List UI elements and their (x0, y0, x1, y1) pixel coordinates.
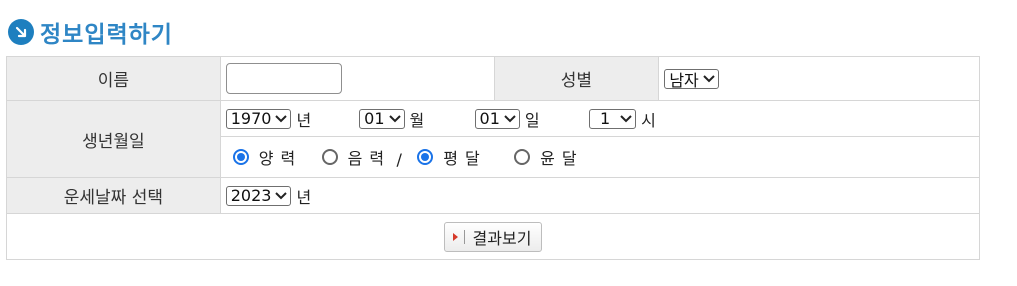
section-title: 정보입력하기 (8, 14, 173, 50)
chevron-down-icon (388, 114, 401, 122)
name-input[interactable] (225, 63, 342, 94)
fortune-year-select-value: 2023 (230, 186, 272, 205)
chevron-down-icon (703, 74, 715, 82)
radio-leap-month-label: 윤달 (540, 148, 584, 168)
hour-unit: 시 (641, 110, 656, 130)
year-unit: 년 (296, 110, 312, 130)
calendar-separator: / (396, 150, 402, 169)
radio-normal-month-indicator[interactable] (417, 148, 434, 165)
view-result-button[interactable]: 결과보기 (443, 221, 543, 252)
radio-leap-month-indicator[interactable] (514, 148, 531, 165)
gender-select-value: 남자 (669, 70, 699, 90)
fortune-year-unit: 년 (296, 187, 312, 207)
radio-lunar[interactable]: 음력 (321, 145, 392, 169)
radio-leap-month[interactable]: 윤달 (514, 145, 583, 169)
month-select-value: 01 (364, 109, 385, 128)
radio-normal-month[interactable]: 평달 (417, 145, 486, 169)
chevron-down-icon (504, 114, 516, 122)
fortune-year-select[interactable]: 2023 (225, 185, 292, 206)
radio-normal-month-label: 평달 (443, 148, 487, 168)
info-form: 이름 성별 남자 생년월일 1970 년 01 월 01 일 1 시 양력 음력… (6, 56, 981, 260)
radio-lunar-indicator[interactable] (321, 148, 338, 165)
submit-cell: 결과보기 (6, 213, 980, 260)
day-unit: 일 (524, 110, 540, 130)
radio-solar-label: 양력 (258, 148, 303, 168)
radio-lunar-label: 음력 (347, 148, 392, 168)
fortune-date-label: 운세날짜 선택 (6, 177, 221, 214)
month-unit: 월 (409, 110, 425, 130)
calendar-type-cell: 양력 음력 / 평달 윤달 (219, 136, 981, 178)
month-select[interactable]: 01 (359, 108, 405, 129)
chevron-down-icon (275, 114, 288, 122)
play-icon (452, 232, 458, 241)
view-result-label: 결과보기 (472, 228, 532, 248)
birth-label: 생년월일 (6, 100, 221, 178)
year-select[interactable]: 1970 (225, 108, 292, 129)
chevron-down-icon (275, 191, 288, 199)
chevron-down-icon (620, 114, 632, 122)
gender-label: 성별 (493, 56, 660, 101)
fortune-date-cell: 2023 년 (219, 177, 981, 214)
hour-select-value: 1 (599, 109, 611, 128)
hour-select[interactable]: 1 (588, 108, 637, 129)
radio-solar[interactable]: 양력 (232, 145, 303, 169)
year-select-value: 1970 (230, 109, 272, 128)
gender-select[interactable]: 남자 (664, 68, 719, 90)
name-label: 이름 (6, 56, 221, 101)
gender-cell: 남자 (658, 56, 980, 101)
button-divider (463, 229, 465, 244)
name-cell (219, 56, 495, 101)
day-select-value: 01 (479, 109, 500, 128)
day-select[interactable]: 01 (474, 108, 520, 129)
birth-date-cell: 1970 년 01 월 01 일 1 시 (219, 100, 981, 137)
arrow-down-right-circle-icon (8, 19, 34, 45)
radio-solar-indicator[interactable] (232, 148, 249, 165)
page-title: 정보입력하기 (40, 22, 173, 48)
